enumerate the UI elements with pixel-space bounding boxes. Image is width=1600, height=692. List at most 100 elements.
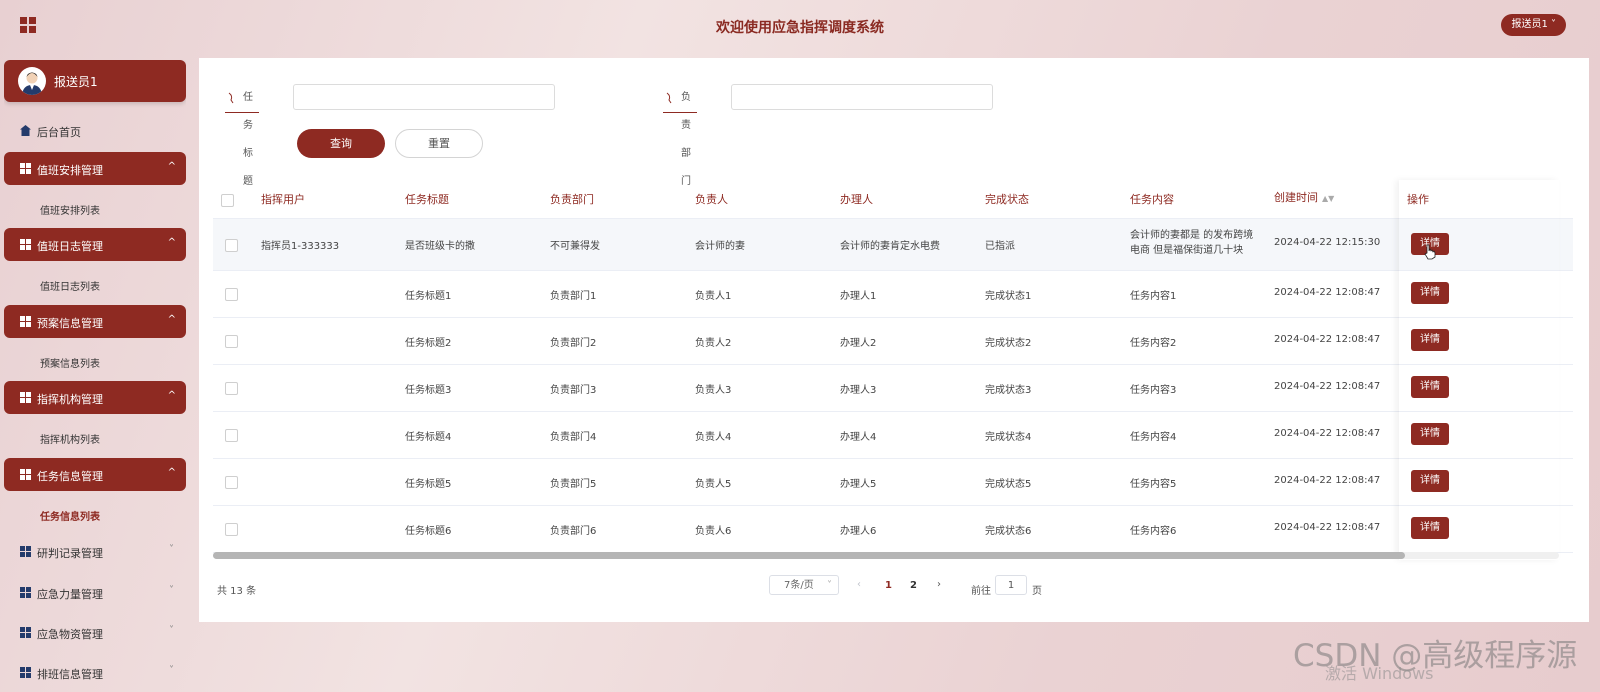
- row-checkbox[interactable]: [225, 476, 238, 489]
- grid-icon: [20, 627, 31, 638]
- goto-suffix: 页: [1032, 586, 1042, 597]
- cell-dept: 负责部门4: [550, 432, 597, 443]
- windows-activation-text: 激活 Windows: [1325, 664, 1434, 683]
- detail-button[interactable]: 详情: [1411, 470, 1449, 492]
- column-header: 指挥用户: [261, 193, 305, 206]
- horizontal-scrollbar[interactable]: [213, 552, 1559, 559]
- cell-dept: 负责部门5: [550, 479, 597, 490]
- sidebar-item-duty-log-list[interactable]: 值班日志列表: [4, 273, 186, 297]
- cell-handler: 办理人1: [840, 291, 877, 302]
- row-checkbox[interactable]: [225, 429, 238, 442]
- cell-dept: 不可兼得发: [550, 241, 600, 252]
- cell-status: 完成状态5: [985, 479, 1032, 490]
- table-row[interactable]: 任务标题6 负责部门6 负责人6 办理人6 完成状态6 任务内容6 2024-0…: [213, 505, 1573, 553]
- sidebar-group-task-info[interactable]: 任务信息管理 ^: [4, 458, 186, 491]
- sidebar-item-task-info-list[interactable]: 任务信息列表: [4, 503, 186, 527]
- cell-dept: 负责部门3: [550, 385, 597, 396]
- detail-button[interactable]: 详情: [1411, 376, 1449, 398]
- page-size-select[interactable]: 7条/页 ˅: [769, 575, 839, 595]
- chevron-down-icon: ˅: [169, 665, 174, 676]
- sidebar-group-duty-schedule[interactable]: 值班安排管理 ^: [4, 152, 186, 185]
- cell-handler: 办理人6: [840, 526, 877, 537]
- row-checkbox[interactable]: [225, 335, 238, 348]
- title-search-label: 任务标题: [225, 84, 259, 187]
- page-number-current[interactable]: 1: [885, 580, 892, 591]
- cell-status: 完成状态2: [985, 338, 1032, 349]
- query-button[interactable]: 查询: [297, 129, 385, 158]
- page-number[interactable]: 2: [910, 580, 917, 591]
- detail-button[interactable]: 详情: [1411, 282, 1449, 304]
- row-checkbox[interactable]: [225, 523, 238, 536]
- goto-page-input[interactable]: 1: [995, 575, 1027, 595]
- dept-search-input[interactable]: [731, 84, 993, 110]
- mouse-cursor-icon: [1424, 244, 1436, 260]
- cell-title: 任务标题1: [405, 291, 452, 302]
- sidebar-item-home[interactable]: 后台首页: [4, 120, 186, 144]
- cell-content: 会计师的妻都是 的发布跨境电商 但是福保街道几十块: [1130, 230, 1254, 256]
- cell-lead: 负责人1: [695, 291, 732, 302]
- reset-button[interactable]: 重置: [395, 129, 483, 158]
- title-search-input[interactable]: [293, 84, 555, 110]
- cell-content: 任务内容6: [1130, 526, 1177, 537]
- column-header: 负责人: [695, 193, 728, 206]
- row-checkbox[interactable]: [225, 382, 238, 395]
- cell-lead: 负责人2: [695, 338, 732, 349]
- table-row[interactable]: 任务标题1 负责部门1 负责人1 办理人1 完成状态1 任务内容1 2024-0…: [213, 270, 1573, 318]
- sidebar-group-duty-log[interactable]: 值班日志管理 ^: [4, 228, 186, 261]
- avatar: [18, 67, 46, 95]
- cell-title: 任务标题2: [405, 338, 452, 349]
- profile-card[interactable]: 报送员1: [4, 60, 186, 102]
- cell-title: 任务标题4: [405, 432, 452, 443]
- dept-search-label: 负责部门: [663, 84, 697, 187]
- table-row[interactable]: 任务标题3 负责部门3 负责人3 办理人3 完成状态3 任务内容3 2024-0…: [213, 364, 1573, 412]
- cell-content: 任务内容2: [1130, 338, 1177, 349]
- pen-icon: [666, 92, 672, 104]
- row-checkbox[interactable]: [225, 239, 238, 252]
- chevron-up-icon: ^: [167, 237, 176, 248]
- sidebar: 报送员1 后台首页 值班安排管理 ^ 值班安排列表 值班日志管理 ^ 值班日志列…: [4, 60, 186, 692]
- sidebar-group-label: 应急物资管理: [37, 628, 103, 641]
- prev-page-icon[interactable]: ‹: [857, 579, 861, 590]
- pagination: 共 13 条 7条/页 ˅ ‹ 1 2 › 前往 1 页: [199, 572, 1589, 602]
- table-row[interactable]: 指挥员1-333333 是否班级卡的撒 不可兼得发 会计师的妻 会计师的妻肯定水…: [213, 219, 1573, 271]
- goto-label: 前往: [971, 586, 991, 597]
- detail-button[interactable]: 详情: [1411, 517, 1449, 539]
- table-row[interactable]: 任务标题5 负责部门5 负责人5 办理人5 完成状态5 任务内容5 2024-0…: [213, 458, 1573, 506]
- column-header: 操作: [1407, 193, 1429, 206]
- cell-dept: 负责部门2: [550, 338, 597, 349]
- row-checkbox[interactable]: [225, 288, 238, 301]
- cell-status: 完成状态1: [985, 291, 1032, 302]
- cell-lead: 负责人6: [695, 526, 732, 537]
- column-header-sortable[interactable]: 创建时间 ▲▼: [1274, 189, 1334, 205]
- sidebar-group-shift-info[interactable]: 排班信息管理 ˅: [4, 661, 186, 685]
- sidebar-group-emergency-supplies[interactable]: 应急物资管理 ˅: [4, 621, 186, 645]
- scrollbar-thumb[interactable]: [213, 552, 1405, 559]
- cell-content: 任务内容5: [1130, 479, 1177, 490]
- sidebar-group-command-org[interactable]: 指挥机构管理 ^: [4, 381, 186, 414]
- cell-handler: 办理人5: [840, 479, 877, 490]
- user-menu-button[interactable]: 报送员1 ˅: [1501, 14, 1566, 36]
- sidebar-item-command-org-list[interactable]: 指挥机构列表: [4, 426, 186, 450]
- sidebar-group-analysis-record[interactable]: 研判记录管理 ˅: [4, 540, 186, 564]
- detail-button[interactable]: 详情: [1411, 423, 1449, 445]
- select-all-checkbox[interactable]: [221, 194, 234, 207]
- sidebar-item-plan-info-list[interactable]: 预案信息列表: [4, 350, 186, 374]
- sort-icon[interactable]: ▲▼: [1322, 194, 1334, 203]
- sidebar-item-duty-schedule-list[interactable]: 值班安排列表: [4, 197, 186, 221]
- column-header: 任务标题: [405, 193, 449, 206]
- chevron-up-icon: ^: [167, 390, 176, 401]
- detail-button[interactable]: 详情: [1411, 329, 1449, 351]
- cell-created: 2024-04-22 12:08:47: [1274, 428, 1381, 439]
- sidebar-group-emergency-force[interactable]: 应急力量管理 ˅: [4, 581, 186, 605]
- sidebar-group-label: 值班安排管理: [37, 164, 103, 177]
- sidebar-group-plan-info[interactable]: 预案信息管理 ^: [4, 305, 186, 338]
- table-row[interactable]: 任务标题4 负责部门4 负责人4 办理人4 完成状态4 任务内容4 2024-0…: [213, 411, 1573, 459]
- sidebar-group-label: 值班日志管理: [37, 240, 103, 253]
- page-title: 欢迎使用应急指挥调度系统: [716, 20, 884, 36]
- next-page-icon[interactable]: ›: [937, 579, 941, 590]
- pen-icon: [228, 92, 234, 104]
- table-row[interactable]: 任务标题2 负责部门2 负责人2 办理人2 完成状态2 任务内容2 2024-0…: [213, 317, 1573, 365]
- cell-handler: 办理人2: [840, 338, 877, 349]
- cell-user: 指挥员1-333333: [261, 241, 340, 252]
- sidebar-item-label: 指挥机构列表: [40, 435, 100, 446]
